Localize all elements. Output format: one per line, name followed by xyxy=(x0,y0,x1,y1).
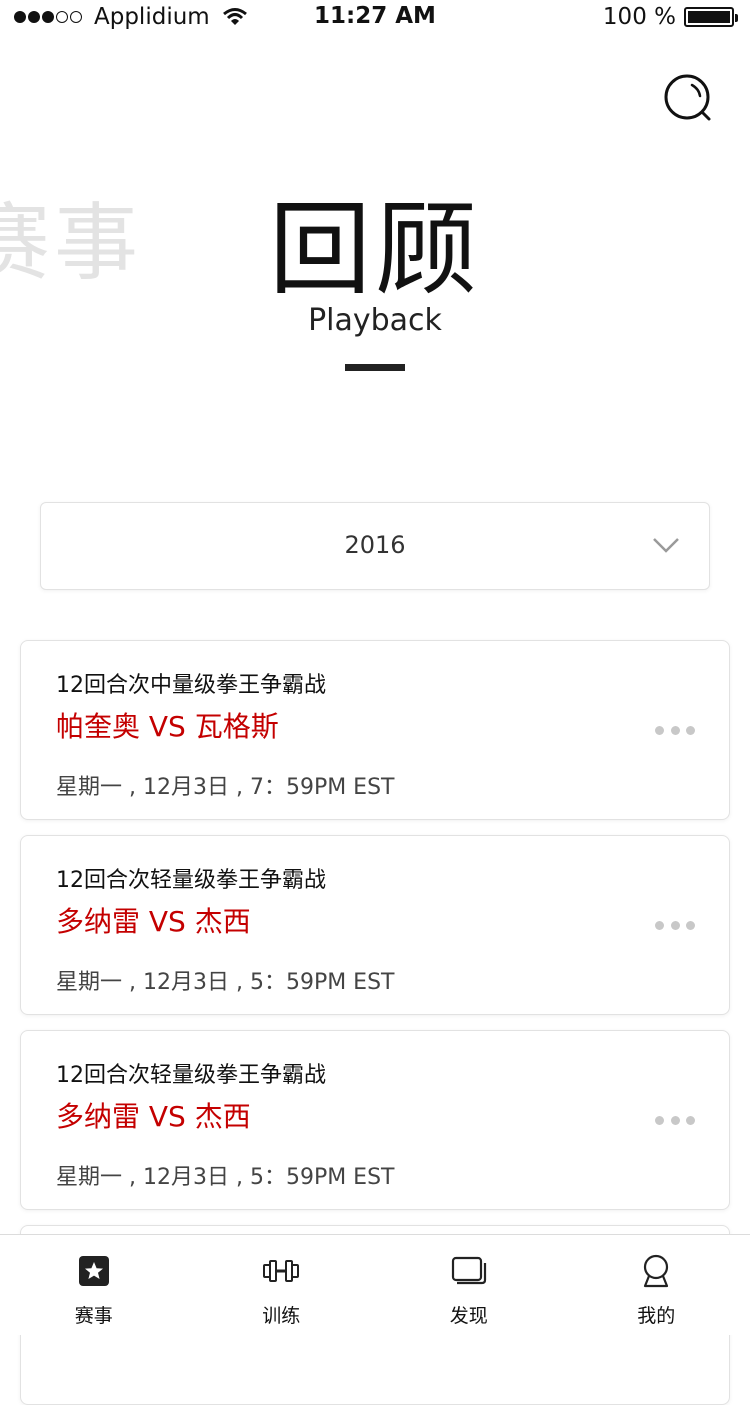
event-class: 12回合次轻量级拳王争霸战 xyxy=(56,862,326,894)
event-match: 帕奎奥 VS 瓦格斯 xyxy=(56,705,279,745)
event-time: 星期一 , 12月3日 , 5：59PM EST xyxy=(56,1159,395,1191)
tab-label: 我的 xyxy=(563,1301,750,1328)
tab-discover[interactable]: 发现 xyxy=(375,1235,563,1335)
status-right: 100 % xyxy=(603,4,734,30)
event-card[interactable]: 12回合次轻量级拳王争霸战 多纳雷 VS 杰西 星期一 , 12月3日 , 5：… xyxy=(20,1030,730,1210)
tab-events[interactable]: 赛事 xyxy=(0,1235,188,1335)
event-time: 星期一 , 12月3日 , 7：59PM EST xyxy=(56,769,395,801)
tab-profile[interactable]: 我的 xyxy=(563,1235,750,1335)
star-badge-icon xyxy=(76,1253,112,1289)
event-card[interactable]: 12回合次中量级拳王争霸战 帕奎奥 VS 瓦格斯 星期一 , 12月3日 , 7… xyxy=(20,640,730,820)
dumbbell-icon xyxy=(258,1253,304,1289)
more-options-icon[interactable] xyxy=(655,918,695,932)
event-class: 12回合次中量级拳王争霸战 xyxy=(56,667,326,699)
status-bar: Applidium 11:27 AM 100 % xyxy=(0,0,750,40)
event-card[interactable]: 12回合次轻量级拳王争霸战 多纳雷 VS 杰西 星期一 , 12月3日 , 5：… xyxy=(20,835,730,1015)
battery-icon xyxy=(684,7,734,27)
tab-bar: 赛事 训练 发现 我的 xyxy=(0,1234,750,1335)
more-options-icon[interactable] xyxy=(655,723,695,737)
event-class: 12回合次轻量级拳王争霸战 xyxy=(56,1057,326,1089)
year-dropdown[interactable]: 2016 xyxy=(40,502,710,590)
title-underline xyxy=(345,364,405,371)
page-subtitle: Playback xyxy=(0,303,750,338)
cards-icon xyxy=(451,1253,487,1289)
more-options-icon[interactable] xyxy=(655,1113,695,1127)
tab-label: 赛事 xyxy=(0,1301,188,1328)
event-match: 多纳雷 VS 杰西 xyxy=(56,900,251,940)
chevron-down-icon xyxy=(651,535,681,555)
user-icon xyxy=(638,1253,674,1289)
tab-label: 训练 xyxy=(188,1301,376,1328)
search-icon[interactable] xyxy=(662,73,714,125)
tab-label: 发现 xyxy=(375,1301,563,1328)
event-time: 星期一 , 12月3日 , 5：59PM EST xyxy=(56,964,395,996)
tab-training[interactable]: 训练 xyxy=(188,1235,376,1335)
page-title: 回顾 xyxy=(0,168,750,315)
year-value: 2016 xyxy=(41,531,709,559)
event-match: 多纳雷 VS 杰西 xyxy=(56,1095,251,1135)
battery-percent: 100 % xyxy=(603,4,676,30)
